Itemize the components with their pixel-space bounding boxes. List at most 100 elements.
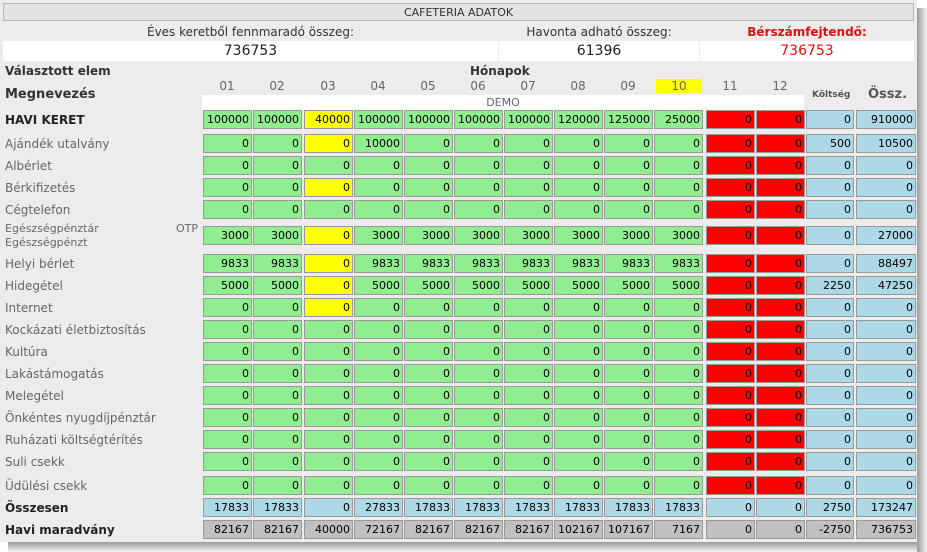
month-value-cell[interactable]: 0 (404, 320, 453, 339)
month-value-cell[interactable]: 0 (756, 408, 805, 427)
month-value-cell[interactable]: 0 (756, 452, 805, 471)
month-value-cell[interactable]: 0 (404, 178, 453, 197)
month-value-cell[interactable]: 3000 (203, 226, 252, 245)
month-value-cell[interactable]: 0 (354, 298, 403, 317)
month-value-cell[interactable]: 0 (404, 342, 453, 361)
month-value-cell[interactable]: 0 (554, 178, 603, 197)
month-value-cell[interactable]: 5000 (404, 276, 453, 295)
month-value-cell[interactable]: 0 (504, 178, 553, 197)
month-value-cell[interactable]: 0 (706, 226, 755, 245)
month-value-cell[interactable]: 3000 (604, 226, 653, 245)
month-value-cell[interactable]: 0 (654, 476, 703, 495)
month-value-cell[interactable]: 0 (454, 178, 503, 197)
month-value-cell[interactable]: 0 (756, 430, 805, 449)
month-value-cell[interactable]: 0 (554, 342, 603, 361)
month-value-cell[interactable]: 0 (756, 200, 805, 219)
month-value-cell[interactable]: 0 (404, 156, 453, 175)
month-value-cell[interactable]: 9833 (253, 254, 302, 273)
month-value-cell[interactable]: 0 (253, 364, 302, 383)
month-value-cell[interactable]: 0 (304, 298, 353, 317)
month-value-cell[interactable]: 0 (554, 476, 603, 495)
month-value-cell[interactable]: 0 (654, 342, 703, 361)
month-value-cell[interactable]: 0 (706, 298, 755, 317)
month-value-cell[interactable]: 0 (554, 320, 603, 339)
month-value-cell[interactable]: 0 (454, 430, 503, 449)
month-value-cell[interactable]: 5000 (654, 276, 703, 295)
month-value-cell[interactable]: 5000 (504, 276, 553, 295)
month-value-cell[interactable]: 5000 (203, 276, 252, 295)
month-value-cell[interactable]: 0 (404, 408, 453, 427)
month-value-cell[interactable]: 0 (706, 430, 755, 449)
month-value-cell[interactable]: 0 (454, 364, 503, 383)
month-value-cell[interactable]: 0 (203, 200, 252, 219)
month-value-cell[interactable]: 0 (454, 476, 503, 495)
month-value-cell[interactable]: 9833 (504, 254, 553, 273)
month-value-cell[interactable]: 0 (756, 386, 805, 405)
month-value-cell[interactable]: 0 (706, 364, 755, 383)
month-value-cell[interactable]: 0 (756, 476, 805, 495)
month-value-cell[interactable]: 0 (756, 134, 805, 153)
month-value-cell[interactable]: 0 (554, 298, 603, 317)
month-value-cell[interactable]: 0 (304, 226, 353, 245)
month-value-cell[interactable]: 0 (454, 134, 503, 153)
month-value-cell[interactable]: 0 (654, 134, 703, 153)
month-value-cell[interactable]: 0 (253, 452, 302, 471)
month-value-cell[interactable]: 0 (554, 134, 603, 153)
month-value-cell[interactable]: 0 (253, 298, 302, 317)
month-value-cell[interactable]: 0 (756, 226, 805, 245)
month-value-cell[interactable]: 0 (304, 254, 353, 273)
month-value-cell[interactable]: 0 (304, 408, 353, 427)
month-value-cell[interactable]: 0 (454, 156, 503, 175)
month-value-cell[interactable]: 0 (756, 298, 805, 317)
month-value-cell[interactable]: 9833 (654, 254, 703, 273)
month-value-cell[interactable]: 0 (253, 156, 302, 175)
month-value-cell[interactable]: 0 (604, 320, 653, 339)
month-value-cell[interactable]: 0 (203, 364, 252, 383)
month-value-cell[interactable]: 0 (756, 178, 805, 197)
month-value-cell[interactable]: 0 (554, 364, 603, 383)
month-value-cell[interactable]: 0 (203, 156, 252, 175)
month-value-cell[interactable]: 0 (203, 342, 252, 361)
month-value-cell[interactable]: 0 (604, 476, 653, 495)
month-value-cell[interactable]: 3000 (354, 226, 403, 245)
month-value-cell[interactable]: 0 (203, 408, 252, 427)
month-value-cell[interactable]: 10000 (354, 134, 403, 153)
month-value-cell[interactable]: 0 (354, 342, 403, 361)
month-value-cell[interactable]: 0 (554, 156, 603, 175)
month-value-cell[interactable]: 0 (654, 408, 703, 427)
month-value-cell[interactable]: 0 (654, 156, 703, 175)
month-value-cell[interactable]: 9833 (354, 254, 403, 273)
month-value-cell[interactable]: 0 (203, 178, 252, 197)
month-value-cell[interactable]: 0 (404, 200, 453, 219)
month-value-cell[interactable]: 0 (504, 134, 553, 153)
month-value-cell[interactable]: 0 (554, 452, 603, 471)
month-value-cell[interactable]: 0 (404, 430, 453, 449)
month-value-cell[interactable]: 0 (706, 476, 755, 495)
month-value-cell[interactable]: 0 (756, 364, 805, 383)
month-value-cell[interactable]: 0 (706, 408, 755, 427)
month-value-cell[interactable]: 0 (706, 254, 755, 273)
month-value-cell[interactable]: 0 (654, 320, 703, 339)
month-value-cell[interactable]: 0 (253, 320, 302, 339)
month-value-cell[interactable]: 3000 (454, 226, 503, 245)
month-value-cell[interactable]: 0 (504, 298, 553, 317)
month-value-cell[interactable]: 0 (454, 200, 503, 219)
month-value-cell[interactable]: 0 (253, 408, 302, 427)
month-value-cell[interactable]: 0 (203, 134, 252, 153)
month-value-cell[interactable]: 0 (253, 386, 302, 405)
month-value-cell[interactable]: 0 (604, 342, 653, 361)
month-value-cell[interactable]: 5000 (253, 276, 302, 295)
month-value-cell[interactable]: 0 (304, 476, 353, 495)
month-value-cell[interactable]: 0 (504, 408, 553, 427)
month-value-cell[interactable]: 0 (604, 298, 653, 317)
month-value-cell[interactable]: 3000 (504, 226, 553, 245)
month-value-cell[interactable]: 3000 (253, 226, 302, 245)
month-value-cell[interactable]: 0 (604, 134, 653, 153)
month-value-cell[interactable]: 0 (706, 178, 755, 197)
month-value-cell[interactable]: 0 (706, 386, 755, 405)
month-value-cell[interactable]: 0 (354, 386, 403, 405)
month-value-cell[interactable]: 0 (706, 276, 755, 295)
month-value-cell[interactable]: 0 (706, 134, 755, 153)
month-value-cell[interactable]: 0 (354, 156, 403, 175)
month-value-cell[interactable]: 0 (253, 476, 302, 495)
